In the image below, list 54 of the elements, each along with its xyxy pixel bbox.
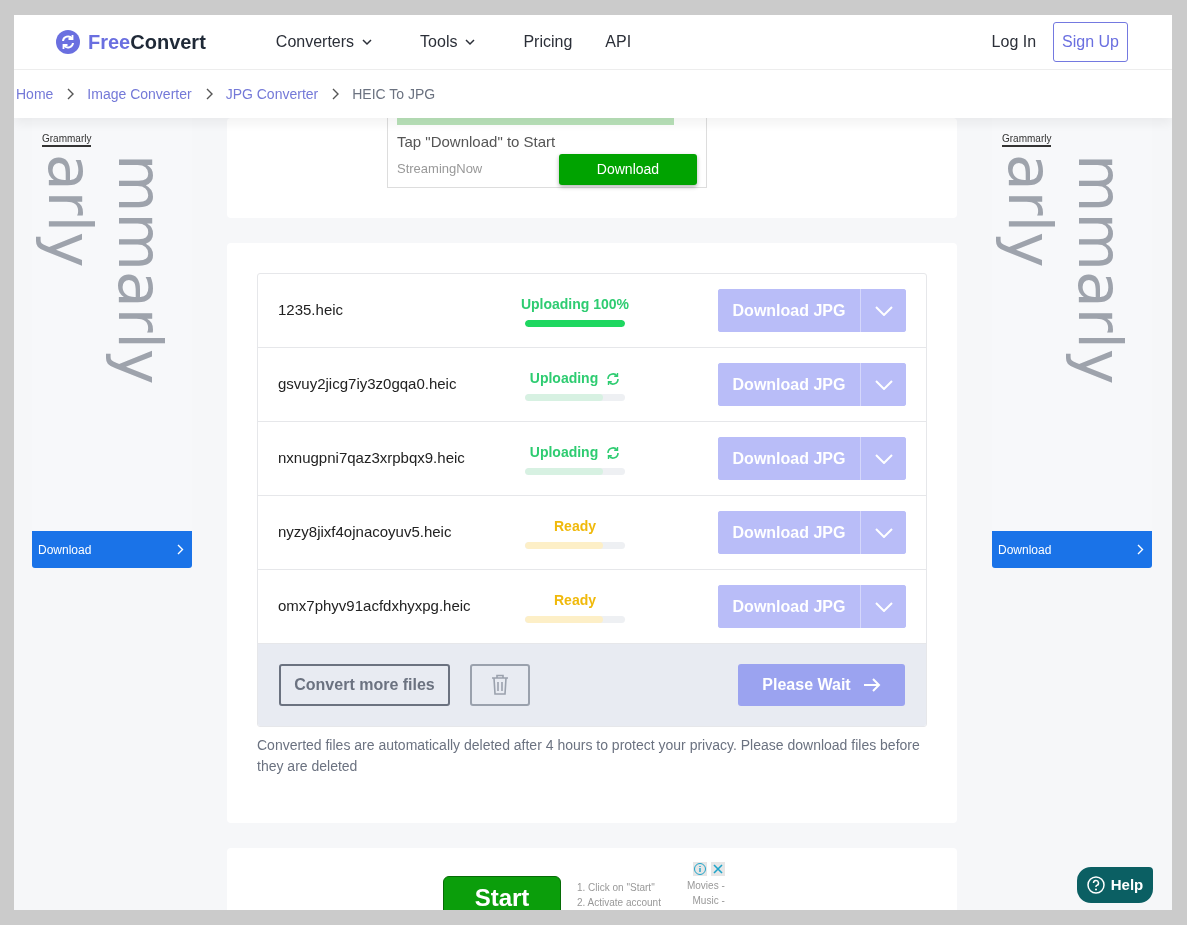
ad-step: 1. Click on "Start"	[577, 880, 661, 895]
status-label: Uploading	[529, 369, 599, 388]
chevron-right-icon	[177, 544, 184, 555]
status-label: Uploading 100%	[520, 295, 630, 314]
close-icon[interactable]	[710, 862, 725, 876]
chevron-right-icon	[1137, 544, 1144, 555]
privacy-note: Converted files are automatically deleted after 4 hours to protect your privacy. Please download files before they are deleted	[257, 736, 921, 776]
file-name: gsvuy2jicg7iy3z0gqa0.heic	[278, 374, 458, 395]
chevron-down-icon	[874, 453, 893, 464]
nav-link[interactable]: API	[605, 30, 632, 54]
ad-download-button[interactable]: Download	[992, 531, 1152, 568]
chevron-right-icon	[204, 88, 213, 100]
ad-brand-link[interactable]: Grammarly	[1002, 133, 1052, 147]
status-label: Ready	[554, 517, 596, 536]
logo-icon	[56, 30, 80, 54]
help-icon	[1086, 876, 1105, 894]
nav-link[interactable]: Converters	[275, 30, 373, 54]
file-name: 1235.heic	[278, 300, 345, 321]
ad-text: Tap "Download" to Start	[397, 132, 557, 152]
convert-more-button[interactable]: Convert more files	[279, 664, 450, 706]
delete-button[interactable]	[470, 664, 530, 706]
help-button[interactable]: Help	[1077, 867, 1153, 903]
logo-text[interactable]: FreeConvert	[88, 27, 206, 57]
breadcrumb-link[interactable]: JPG Converter	[225, 83, 319, 105]
ad-download-button[interactable]: Download	[32, 531, 192, 568]
breadcrumb-link[interactable]: Image Converter	[87, 83, 192, 105]
chevron-down-icon	[874, 601, 893, 612]
login-link[interactable]: Log In	[991, 30, 1037, 54]
trash-icon	[491, 674, 509, 696]
ad-source: StreamingNow	[397, 160, 483, 179]
ad-start-button[interactable]: Start	[443, 876, 561, 910]
breadcrumb-link[interactable]: Home	[16, 83, 54, 105]
file-name: nyzy8jixf4ojnacoyuv5.heic	[278, 522, 453, 543]
info-icon[interactable]	[692, 862, 707, 876]
chevron-right-icon	[66, 88, 75, 100]
signup-button[interactable]: Sign Up	[1053, 22, 1128, 62]
arrow-right-icon	[862, 677, 881, 693]
please-wait-button[interactable]: Please Wait	[738, 664, 905, 706]
status-label: Uploading	[529, 443, 599, 462]
ad-link[interactable]: Music -	[686, 893, 725, 908]
nav-link[interactable]: Pricing	[523, 30, 573, 54]
ad-download-button[interactable]: Download	[559, 153, 697, 185]
nav-link[interactable]: Tools	[420, 30, 476, 54]
file-name: omx7phyv91acfdxhyxpg.heic	[278, 596, 472, 617]
chevron-down-icon	[874, 305, 893, 316]
ad-link[interactable]: Movies -	[686, 878, 725, 893]
status-label: Ready	[554, 591, 596, 610]
chevron-down-icon	[874, 527, 893, 538]
chevron-down-icon	[874, 379, 893, 390]
chevron-right-icon	[331, 88, 340, 100]
ad-step: 2. Activate account	[577, 895, 661, 910]
ad-brand-link[interactable]: Grammarly	[42, 133, 92, 147]
file-name: nxnugpni7qaz3xrpbqx9.heic	[278, 448, 466, 469]
breadcrumb-current: HEIC To JPG	[352, 84, 436, 104]
